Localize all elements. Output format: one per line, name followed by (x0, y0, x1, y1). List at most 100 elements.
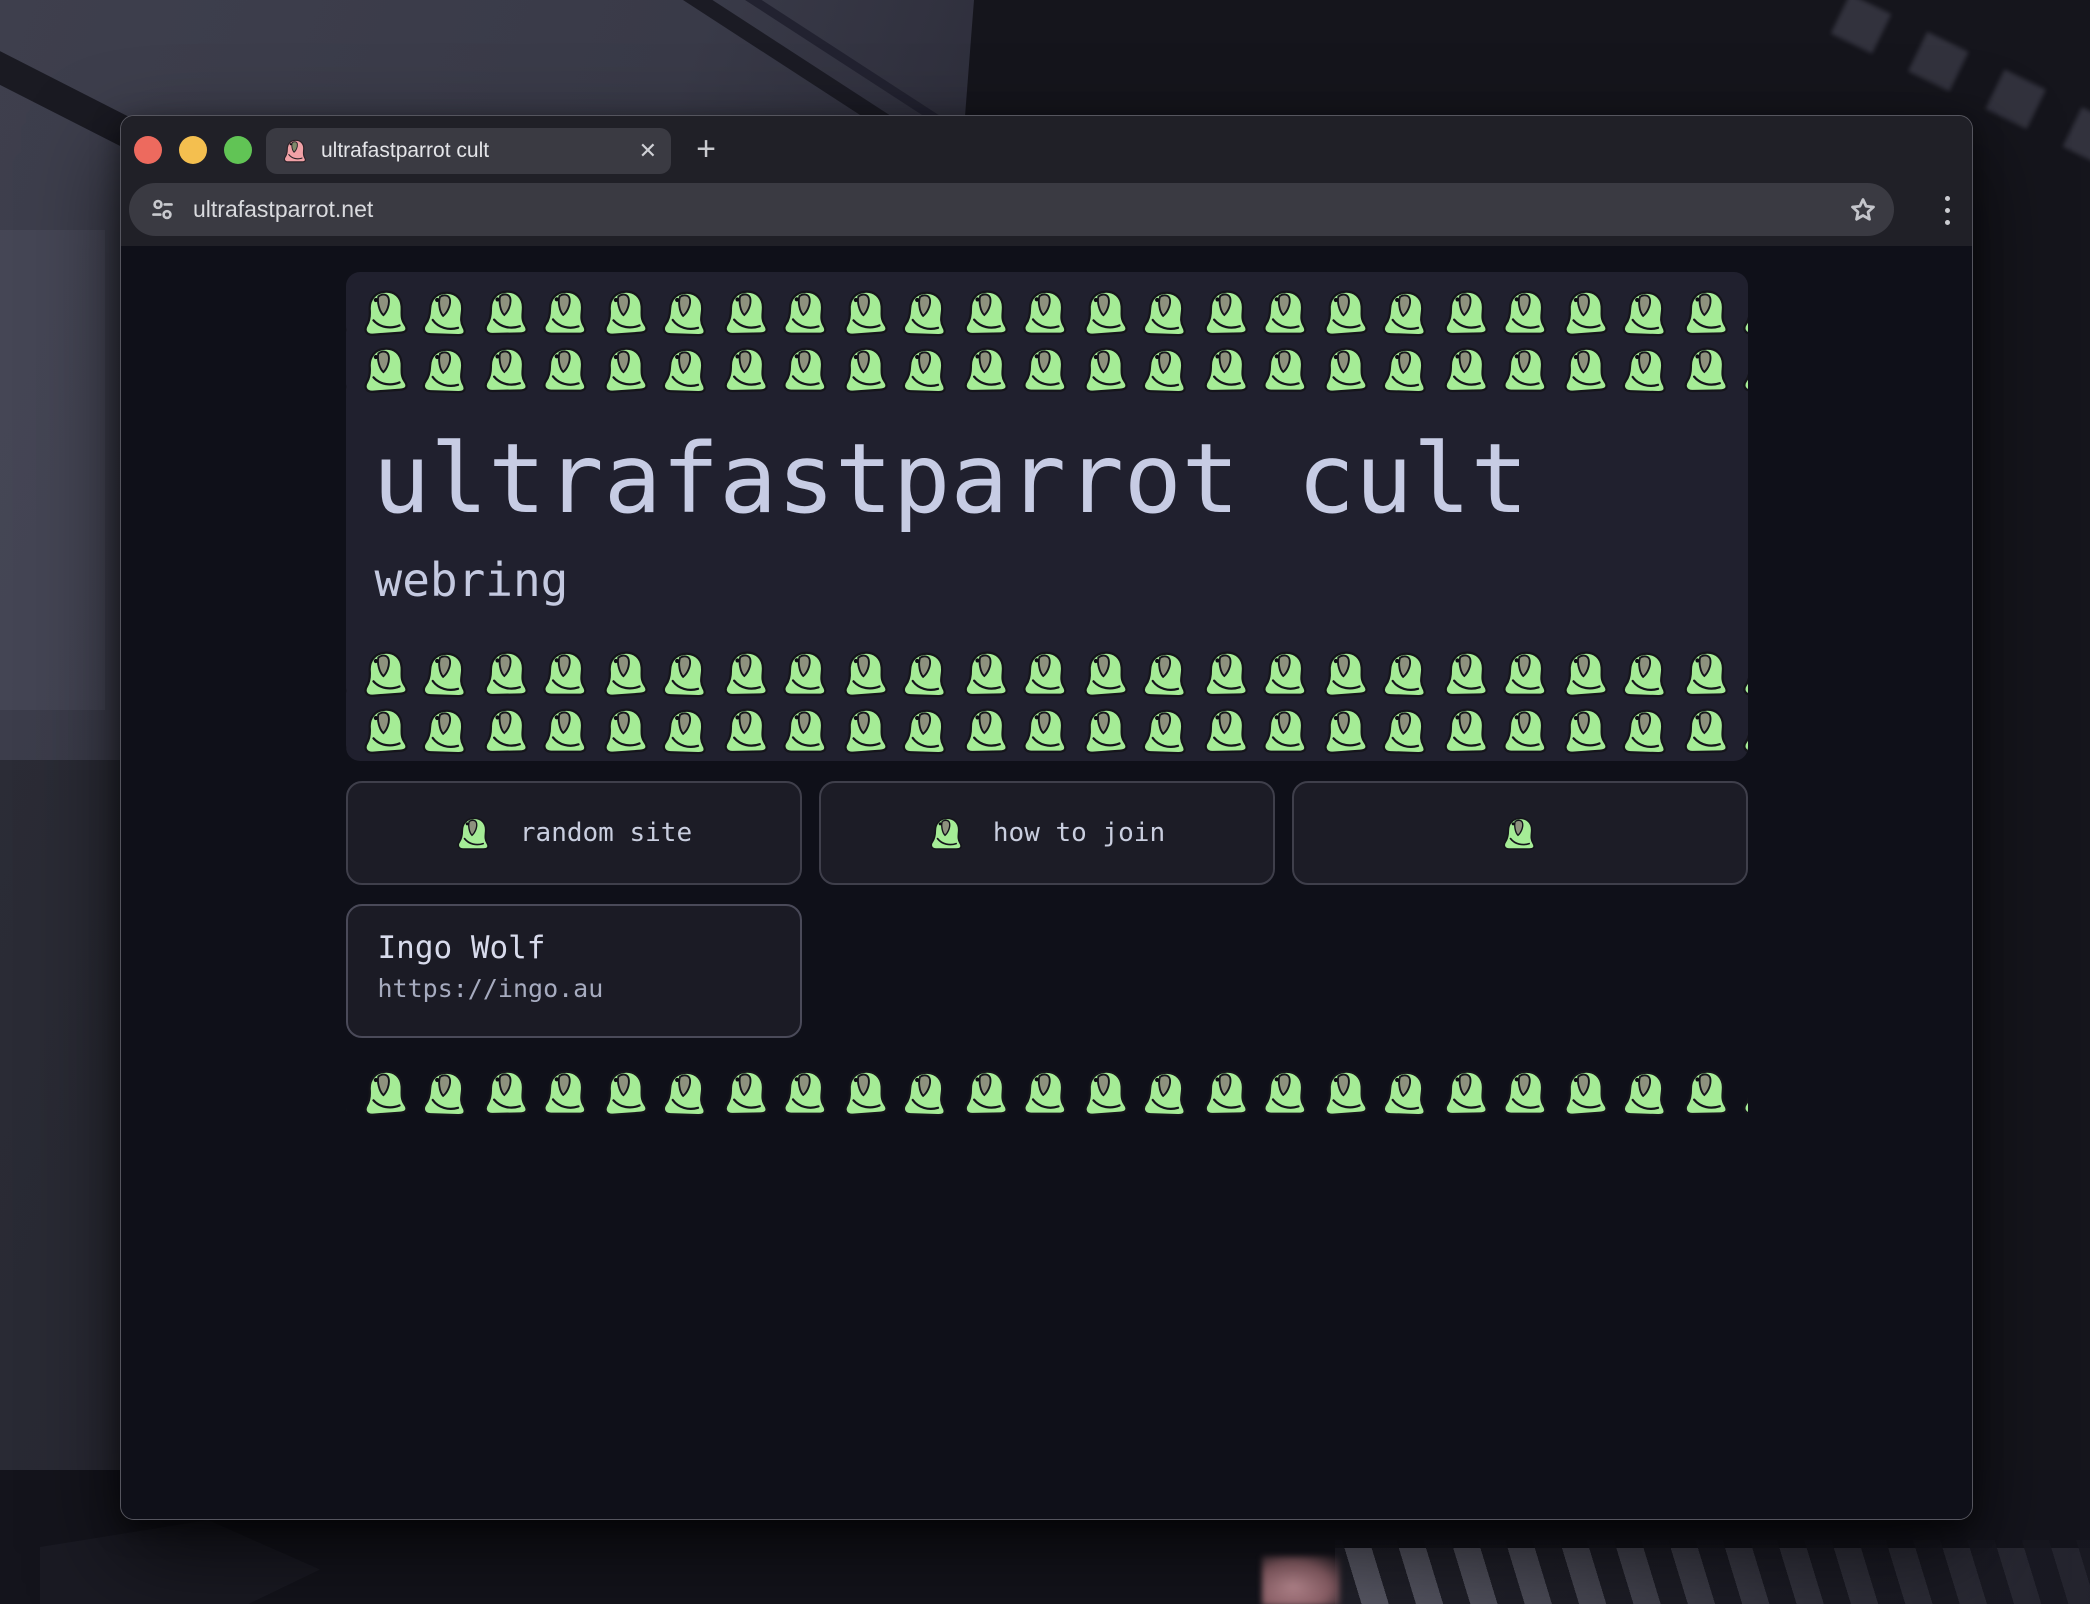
new-tab-button[interactable]: + (687, 130, 725, 168)
parrot-icon (1620, 289, 1672, 336)
parrot-icon (1380, 289, 1432, 336)
parrot-icon (960, 650, 1012, 697)
parrot-icon (1560, 650, 1612, 697)
parrot-icon (1200, 1069, 1252, 1116)
parrot-icon (780, 1069, 832, 1116)
parrot-icon (900, 289, 952, 336)
window-minimize-button[interactable] (179, 136, 207, 164)
parrot-icon (480, 707, 532, 754)
wallpaper-pink-patch (1262, 1556, 1340, 1604)
parrot-icon (1440, 289, 1492, 336)
parrot-icon (1200, 346, 1252, 393)
parrot-icon (282, 139, 309, 163)
parrot-icon (1020, 289, 1072, 336)
parrot-icon (1680, 650, 1732, 697)
parrot-icon (1440, 1069, 1492, 1116)
random-site-button[interactable]: random site (346, 781, 802, 885)
parrot-icon (1320, 289, 1372, 336)
parrot-icon (540, 346, 592, 393)
parrot-icon (1620, 707, 1672, 754)
parrot-icon (720, 650, 772, 697)
parrot-icon (1501, 816, 1539, 851)
member-url: https://ingo.au (378, 975, 800, 1003)
web-page: ultrafastparrot cult webring (121, 246, 1972, 1519)
wallpaper-left-shape (0, 230, 105, 710)
parrot-icon (1140, 707, 1192, 754)
window-zoom-button[interactable] (224, 136, 252, 164)
parrot-icon (900, 707, 952, 754)
parrot-icon (1680, 346, 1732, 393)
parrot-icon (840, 346, 892, 393)
parrot-icon (1020, 707, 1072, 754)
parrot-icon (660, 707, 712, 754)
parrot-icon (1020, 650, 1072, 697)
browser-tab[interactable]: ultrafastparrot cult ✕ (266, 128, 671, 174)
parrot-icon (600, 650, 652, 697)
parrot-icon (1080, 650, 1132, 697)
member-card[interactable]: Ingo Wolf https://ingo.au (346, 904, 802, 1038)
parrot-icon (1740, 346, 1748, 393)
parrot-icon (455, 816, 493, 851)
parrot-icon (420, 346, 472, 393)
parrot-icon (480, 346, 532, 393)
parrot-only-button[interactable] (1292, 781, 1748, 885)
parrot-icon (1320, 650, 1372, 697)
parrot-icon (720, 289, 772, 336)
parrot-icon (660, 346, 712, 393)
parrot-icon (540, 707, 592, 754)
how-to-join-button[interactable]: how to join (819, 781, 1275, 885)
page-title: ultrafastparrot cult (373, 431, 1748, 527)
parrot-icon (1260, 346, 1312, 393)
footer-parrot-strip (346, 1069, 1748, 1121)
site-settings-icon[interactable] (149, 196, 176, 223)
parrot-icon (1020, 346, 1072, 393)
parrot-icon (346, 1069, 352, 1116)
browser-menu-icon[interactable] (1927, 190, 1967, 230)
parrot-icon (1320, 346, 1372, 393)
parrot-icon (346, 289, 352, 336)
parrot-icon (1080, 346, 1132, 393)
parrot-icon (600, 346, 652, 393)
parrot-icon (780, 346, 832, 393)
button-label: random site (520, 818, 692, 848)
parrot-icon (960, 289, 1012, 336)
bookmark-star-icon[interactable] (1848, 195, 1878, 225)
parrot-icon (360, 707, 412, 754)
parrot-icon (480, 650, 532, 697)
address-bar[interactable]: ultrafastparrot.net (129, 183, 1894, 236)
window-close-button[interactable] (134, 136, 162, 164)
parrot-icon (840, 1069, 892, 1116)
parrot-icon (360, 346, 412, 393)
parrot-icon (1320, 1069, 1372, 1116)
desktop-wallpaper: ultrafastparrot cult ✕ + ultrafastparrot… (0, 0, 2090, 1604)
parrot-icon (1020, 1069, 1072, 1116)
parrot-icon (1620, 1069, 1672, 1116)
parrot-row (346, 650, 1748, 697)
parrot-icon (360, 650, 412, 697)
parrot-icon (840, 707, 892, 754)
parrot-icon (660, 289, 712, 336)
parrot-row (346, 1069, 1748, 1116)
parrot-icon (1260, 289, 1312, 336)
parrot-icon (1080, 707, 1132, 754)
parrot-icon (780, 289, 832, 336)
parrot-icon (1200, 650, 1252, 697)
parrot-icon (420, 1069, 472, 1116)
parrot-icon (1680, 707, 1732, 754)
parrot-icon (1380, 650, 1432, 697)
tab-close-icon[interactable]: ✕ (639, 140, 657, 162)
parrot-icon (660, 650, 712, 697)
parrot-icon (346, 650, 352, 697)
parrot-icon (600, 1069, 652, 1116)
parrot-icon (900, 346, 952, 393)
parrot-icon (1320, 707, 1372, 754)
parrot-icon (780, 650, 832, 697)
parrot-icon (420, 707, 472, 754)
parrot-icon (1501, 816, 1539, 851)
parrot-icon (540, 1069, 592, 1116)
parrot-icon (960, 1069, 1012, 1116)
parrot-icon (1500, 289, 1552, 336)
parrot-icon (1740, 1069, 1748, 1116)
parrot-icon (1560, 289, 1612, 336)
browser-window: ultrafastparrot cult ✕ + ultrafastparrot… (120, 115, 1973, 1520)
